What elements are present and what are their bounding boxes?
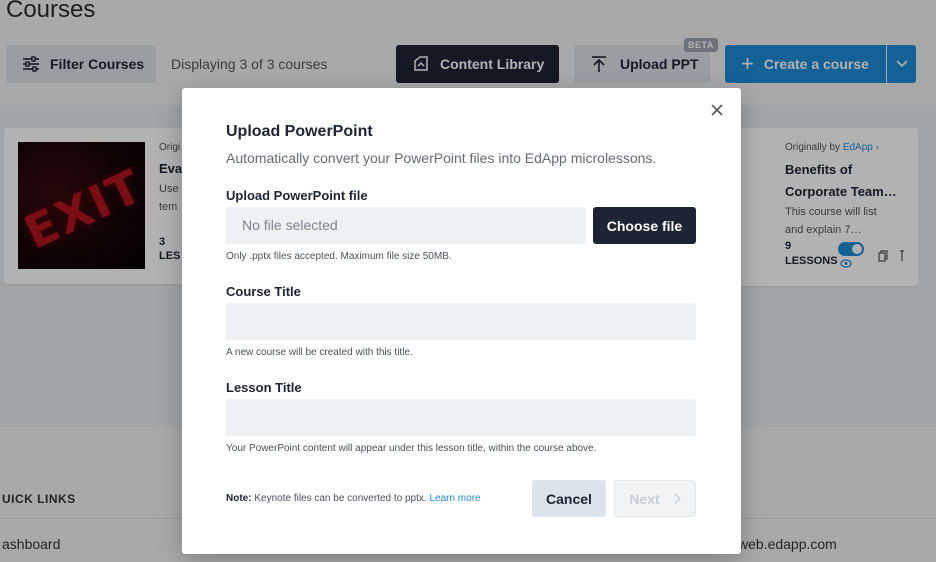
close-icon <box>711 104 723 116</box>
close-button[interactable] <box>709 102 725 118</box>
lesson-title-input[interactable] <box>226 399 696 436</box>
next-button[interactable]: Next <box>614 480 696 517</box>
file-label: Upload PowerPoint file <box>226 188 368 203</box>
modal-subtitle: Automatically convert your PowerPoint fi… <box>226 150 657 166</box>
file-help-text: Only .pptx files accepted. Maximum file … <box>226 251 452 262</box>
upload-powerpoint-modal: Upload PowerPoint Automatically convert … <box>182 88 741 554</box>
lesson-help-text: Your PowerPoint content will appear unde… <box>226 443 597 454</box>
file-display[interactable]: No file selected <box>226 207 586 244</box>
next-label: Next <box>629 490 660 507</box>
course-title-label: Course Title <box>226 284 301 299</box>
lesson-title-label: Lesson Title <box>226 380 302 395</box>
modal-title: Upload PowerPoint <box>226 123 373 140</box>
chevron-right-icon <box>674 493 681 504</box>
choose-file-button[interactable]: Choose file <box>593 207 696 244</box>
note-bold: Note: <box>226 493 252 504</box>
course-help-text: A new course will be created with this t… <box>226 347 413 358</box>
course-title-input[interactable] <box>226 303 696 340</box>
keynote-note: Note: Keynote files can be converted to … <box>226 493 481 504</box>
cancel-button[interactable]: Cancel <box>532 480 606 517</box>
note-text: Keynote files can be converted to pptx. <box>251 493 430 504</box>
learn-more-link[interactable]: Learn more <box>429 493 480 504</box>
